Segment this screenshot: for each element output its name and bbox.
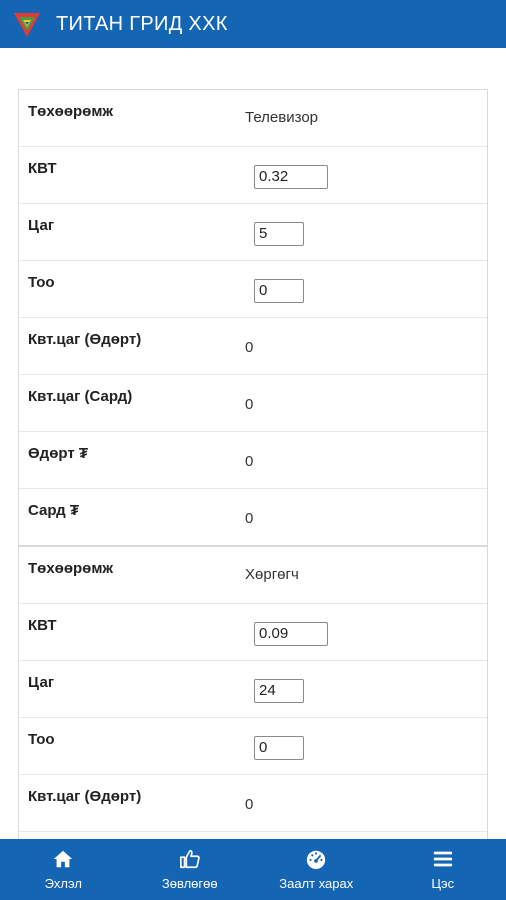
- row-device: Төхөөрөмж Телевизор: [19, 90, 487, 147]
- kvt-label: КВТ: [28, 617, 57, 634]
- kwh-daily-value: 0: [245, 339, 254, 356]
- row-cost-monthly: Сард ₮ 0: [19, 489, 487, 545]
- gauge-icon: [307, 850, 326, 870]
- nav-menu[interactable]: Цэс: [380, 839, 506, 900]
- titan-grid-logo-icon: [14, 13, 40, 37]
- row-kvt: КВТ 0.09: [19, 604, 487, 661]
- row-kwh-daily: Квт.цаг (Өдөрт) 0: [19, 775, 487, 832]
- kwh-daily-value: 0: [245, 796, 254, 813]
- row-hours: Цаг 24: [19, 661, 487, 718]
- hours-label: Цаг: [28, 674, 55, 691]
- row-hours: Цаг 5: [19, 204, 487, 261]
- nav-menu-label: Цэс: [431, 876, 455, 891]
- kvt-label: КВТ: [28, 160, 57, 177]
- app-title: ТИТАН ГРИД ХХК: [56, 12, 228, 35]
- row-kwh-monthly: Квт.цаг (Сард) 0: [19, 375, 487, 432]
- menu-icon: [433, 851, 452, 867]
- bottom-nav: Эхлэл Зөвлөгөө Заалт харах Цэс: [0, 839, 506, 900]
- row-count: Тоо 0: [19, 261, 487, 318]
- row-kwh-daily: Квт.цаг (Өдөрт) 0: [19, 318, 487, 375]
- app-header: ТИТАН ГРИД ХХК: [0, 0, 506, 48]
- thumbs-up-icon: [179, 849, 200, 869]
- count-label: Тоо: [28, 731, 55, 748]
- device-card-fridge: Төхөөрөмж Хөргөгч КВТ 0.09 Цаг 24 Тоо 0 …: [18, 545, 488, 839]
- hours-label: Цаг: [28, 217, 55, 234]
- nav-home[interactable]: Эхлэл: [0, 839, 127, 900]
- kwh-monthly-label: Квт.цаг (Сард): [28, 388, 133, 405]
- hours-input[interactable]: 24: [254, 679, 304, 703]
- cost-daily-value: 0: [245, 453, 254, 470]
- cost-daily-label: Өдөрт ₮: [28, 445, 88, 462]
- nav-meter[interactable]: Заалт харах: [253, 839, 380, 900]
- count-label: Тоо: [28, 274, 55, 291]
- device-value: Хөргөгч: [245, 566, 299, 583]
- row-device: Төхөөрөмж Хөргөгч: [19, 547, 487, 604]
- home-icon: [54, 850, 73, 868]
- kwh-daily-label: Квт.цаг (Өдөрт): [28, 788, 142, 805]
- kwh-monthly-value: 0: [245, 396, 254, 413]
- cost-monthly-value: 0: [245, 510, 254, 527]
- nav-meter-label: Заалт харах: [279, 876, 354, 891]
- device-card-tv: Төхөөрөмж Телевизор КВТ 0.32 Цаг 5 Тоо 0…: [18, 89, 488, 546]
- row-partial: [19, 832, 487, 839]
- nav-advice-label: Зөвлөгөө: [161, 876, 218, 891]
- count-input[interactable]: 0: [254, 736, 304, 760]
- device-value: Телевизор: [245, 109, 319, 126]
- kwh-daily-label: Квт.цаг (Өдөрт): [28, 331, 142, 348]
- nav-advice[interactable]: Зөвлөгөө: [127, 839, 254, 900]
- device-label: Төхөөрөмж: [28, 103, 114, 120]
- hours-input[interactable]: 5: [254, 222, 304, 246]
- row-kvt: КВТ 0.32: [19, 147, 487, 204]
- nav-home-label: Эхлэл: [44, 876, 82, 891]
- kvt-input[interactable]: 0.09: [254, 622, 328, 646]
- count-input[interactable]: 0: [254, 279, 304, 303]
- device-label: Төхөөрөмж: [28, 560, 114, 577]
- row-count: Тоо 0: [19, 718, 487, 775]
- cost-monthly-label: Сард ₮: [28, 502, 79, 519]
- row-cost-daily: Өдөрт ₮ 0: [19, 432, 487, 489]
- kvt-input[interactable]: 0.32: [254, 165, 328, 189]
- main-content[interactable]: Төхөөрөмж Телевизор КВТ 0.32 Цаг 5 Тоо 0…: [0, 48, 506, 839]
